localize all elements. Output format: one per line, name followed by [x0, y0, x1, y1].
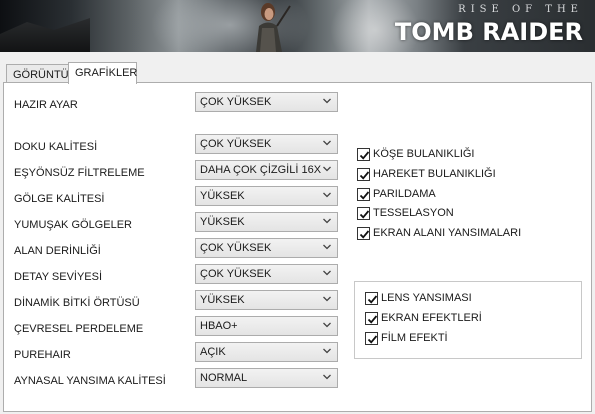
setting-label-detay-seviyesi: DETAY SEVİYESİ	[14, 271, 103, 283]
chevron-down-icon	[322, 96, 332, 106]
dropdown-golge-kalitesi[interactable]: YÜKSEK	[195, 186, 338, 206]
dropdown-yumusak-golgeler[interactable]: YÜKSEK	[195, 212, 338, 232]
dropdown-value: NORMAL	[200, 372, 248, 384]
chevron-down-icon	[322, 320, 332, 330]
setting-label-dinamik-bitki-ortusu: DİNAMİK BİTKİ ÖRTÜSÜ	[14, 297, 140, 309]
setting-label-alan-derinligi: ALAN DERİNLİĞİ	[14, 245, 101, 257]
lara-croft-figure	[256, 3, 291, 52]
chevron-down-icon	[322, 372, 332, 382]
tab-label: GÖRÜNTÜ	[13, 69, 69, 81]
dropdown-esyonsuz-filtreleme[interactable]: DAHA ÇOK ÇİZGİLİ 16X	[195, 160, 338, 180]
dropdown-aynasal-yansima-kalitesi[interactable]: NORMAL	[195, 368, 338, 388]
dropdown-alan-derinligi[interactable]: ÇOK YÜKSEK	[195, 238, 338, 258]
checkbox-label: EKRAN EFEKTLERİ	[381, 312, 482, 324]
checkbox-box[interactable]	[357, 188, 370, 201]
chevron-down-icon	[322, 268, 332, 278]
checkbox-box[interactable]	[365, 332, 378, 345]
dropdown-value: ÇOK YÜKSEK	[200, 242, 272, 254]
checkbox-label: KÖŞE BULANIKLIĞI	[373, 148, 475, 160]
chevron-down-icon	[322, 190, 332, 200]
setting-label-yumusak-golgeler: YUMUŞAK GÖLGELER	[14, 219, 132, 231]
game-banner: RISE OF THE TOMB RAIDER	[0, 0, 595, 52]
dropdown-hazir-ayar[interactable]: ÇOK YÜKSEK	[195, 92, 338, 112]
setting-label-hazir-ayar: HAZIR AYAR	[14, 99, 78, 111]
checkbox-label: TESSELASYON	[373, 207, 454, 219]
chevron-down-icon	[322, 164, 332, 174]
tab-graphics[interactable]: GRAFİKLER	[68, 62, 137, 84]
dropdown-value: DAHA ÇOK ÇİZGİLİ 16X	[200, 164, 322, 176]
checkbox-label: PARILDAMA	[373, 188, 436, 200]
checkbox-label: HAREKET BULANIKLIĞI	[373, 168, 496, 180]
banner-rock	[0, 18, 90, 52]
dropdown-detay-seviyesi[interactable]: ÇOK YÜKSEK	[195, 264, 338, 284]
chevron-down-icon	[322, 294, 332, 304]
setting-label-aynasal-yansima-kalitesi: AYNASAL YANSIMA KALİTESİ	[14, 375, 166, 387]
dropdown-value: AÇIK	[200, 346, 226, 358]
checkbox-box[interactable]	[357, 207, 370, 220]
dropdown-cevresel-perdeleme[interactable]: HBAO+	[195, 316, 338, 336]
checkbox-box[interactable]	[365, 312, 378, 325]
dropdown-purehair[interactable]: AÇIK	[195, 342, 338, 362]
dropdown-doku-kalitesi[interactable]: ÇOK YÜKSEK	[195, 134, 338, 154]
chevron-down-icon	[322, 242, 332, 252]
setting-label-golge-kalitesi: GÖLGE KALİTESİ	[14, 193, 105, 205]
dropdown-value: HBAO+	[200, 320, 238, 332]
setting-label-doku-kalitesi: DOKU KALİTESİ	[14, 141, 98, 153]
dropdown-value: YÜKSEK	[200, 294, 245, 306]
chevron-down-icon	[322, 138, 332, 148]
dropdown-value: ÇOK YÜKSEK	[200, 96, 272, 108]
dropdown-value: ÇOK YÜKSEK	[200, 268, 272, 280]
checkbox-label: EKRAN ALANI YANSIMALARI	[373, 227, 522, 239]
dropdown-value: YÜKSEK	[200, 216, 245, 228]
logo-subtitle: RISE OF THE	[458, 4, 583, 15]
dropdown-dinamik-bitki-ortusu[interactable]: YÜKSEK	[195, 290, 338, 310]
checkbox-label: LENS YANSIMASI	[381, 292, 472, 304]
dropdown-value: ÇOK YÜKSEK	[200, 138, 272, 150]
checkbox-label: FİLM EFEKTİ	[381, 332, 448, 344]
tab-label: GRAFİKLER	[75, 67, 138, 79]
chevron-down-icon	[322, 216, 332, 226]
setting-label-cevresel-perdeleme: ÇEVRESEL PERDELEME	[14, 323, 144, 335]
checkbox-box[interactable]	[357, 168, 370, 181]
checkbox-box[interactable]	[357, 227, 370, 240]
dropdown-value: YÜKSEK	[200, 190, 245, 202]
checkbox-box[interactable]	[357, 148, 370, 161]
game-logo: TOMB RAIDER	[394, 18, 583, 46]
setting-label-esyonsuz-filtreleme: EŞYÖNSÜZ FİLTRELEME	[14, 167, 145, 179]
checkbox-box[interactable]	[365, 292, 378, 305]
chevron-down-icon	[322, 346, 332, 356]
setting-label-purehair: PUREHAIR	[14, 349, 71, 361]
tab-display[interactable]: GÖRÜNTÜ	[6, 64, 70, 83]
